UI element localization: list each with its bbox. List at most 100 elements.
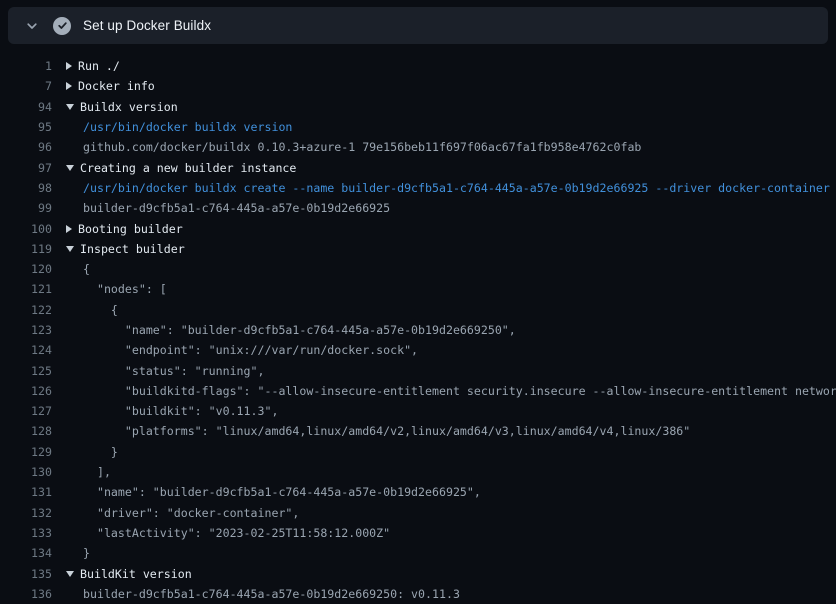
log-line: 121 "nodes": [ [0,279,836,299]
log-line: 126 "buildkitd-flags": "--allow-insecure… [0,381,836,401]
line-number[interactable]: 119 [0,242,52,256]
line-number[interactable]: 95 [0,120,52,134]
triangle-down-icon [66,104,74,110]
line-number[interactable]: 132 [0,506,52,520]
line-number[interactable]: 136 [0,587,52,601]
log-group-header[interactable]: BuildKit version [66,567,192,581]
line-number[interactable]: 135 [0,567,52,581]
triangle-down-icon [66,246,74,252]
log-command-text: /usr/bin/docker buildx version [66,120,292,134]
line-number[interactable]: 96 [0,140,52,154]
line-number[interactable]: 122 [0,303,52,317]
line-number[interactable]: 127 [0,404,52,418]
log-line: 122 { [0,300,836,320]
log-group-header[interactable]: Docker info [66,79,155,93]
log-line: 131 "name": "builder-d9cfb5a1-c764-445a-… [0,482,836,502]
log-line: 130 ], [0,462,836,482]
log-line: 120 { [0,259,836,279]
log-line: 97 Creating a new builder instance [0,157,836,177]
log-group-header[interactable]: Run ./ [66,59,120,73]
chevron-down-icon[interactable] [20,14,44,38]
line-number[interactable]: 120 [0,262,52,276]
line-number[interactable]: 94 [0,100,52,114]
log-line: 127 "buildkit": "v0.11.3", [0,401,836,421]
log-command-text: /usr/bin/docker buildx create --name bui… [66,181,830,195]
log-line: 132 "driver": "docker-container", [0,503,836,523]
log-output-text: "name": "builder-d9cfb5a1-c764-445a-a57e… [66,485,481,499]
triangle-down-icon [66,571,74,577]
log-line: 94 Buildx version [0,97,836,117]
log-line: 96 github.com/docker/buildx 0.10.3+azure-… [0,137,836,157]
log-group-title: Creating a new builder instance [80,161,296,175]
log-line: 135 BuildKit version [0,563,836,583]
log-line: 129 } [0,442,836,462]
line-number[interactable]: 131 [0,485,52,499]
log-output-text: "name": "builder-d9cfb5a1-c764-445a-a57e… [66,323,516,337]
log-output-text: builder-d9cfb5a1-c764-445a-a57e-0b19d2e6… [66,587,460,601]
triangle-right-icon [66,225,72,233]
log-output-text: "lastActivity": "2023-02-25T11:58:12.000… [66,526,390,540]
log-output-text: { [66,262,90,276]
log-group-title: Docker info [78,79,155,93]
log-output-text: { [66,303,118,317]
line-number[interactable]: 121 [0,282,52,296]
log-group-title: Booting builder [78,222,183,236]
line-number[interactable]: 99 [0,201,52,215]
line-number[interactable]: 1 [0,59,52,73]
triangle-down-icon [66,165,74,171]
line-number[interactable]: 123 [0,323,52,337]
log-line: 125 "status": "running", [0,360,836,380]
log-output-text: } [66,445,118,459]
line-number[interactable]: 100 [0,222,52,236]
step-title: Set up Docker Buildx [83,18,211,33]
log-group-title: BuildKit version [80,567,192,581]
log-output-text: github.com/docker/buildx 0.10.3+azure-1 … [66,140,641,154]
log-output-text: "driver": "docker-container", [66,506,299,520]
line-number[interactable]: 128 [0,424,52,438]
line-number[interactable]: 130 [0,465,52,479]
line-number[interactable]: 124 [0,343,52,357]
log-area: 1 Run ./ 7 Docker info 94 Buildx version 95/us… [0,47,836,604]
log-output-text: "endpoint": "unix:///var/run/docker.sock… [66,343,418,357]
log-output-text: "buildkit": "v0.11.3", [66,404,278,418]
line-number[interactable]: 97 [0,161,52,175]
log-group-title: Inspect builder [80,242,185,256]
triangle-right-icon [66,62,72,70]
line-number[interactable]: 134 [0,546,52,560]
log-output-text: "status": "running", [66,364,264,378]
line-number[interactable]: 125 [0,364,52,378]
line-number[interactable]: 133 [0,526,52,540]
log-line: 123 "name": "builder-d9cfb5a1-c764-445a-… [0,320,836,340]
log-output-text: "buildkitd-flags": "--allow-insecure-ent… [66,384,836,398]
line-number[interactable]: 126 [0,384,52,398]
line-number[interactable]: 98 [0,181,52,195]
log-output-text: builder-d9cfb5a1-c764-445a-a57e-0b19d2e6… [66,201,390,215]
log-line: 136 builder-d9cfb5a1-c764-445a-a57e-0b19d… [0,584,836,604]
log-group-header[interactable]: Booting builder [66,222,183,236]
log-line: 128 "platforms": "linux/amd64,linux/amd6… [0,421,836,441]
log-group-header[interactable]: Inspect builder [66,242,185,256]
check-circle-icon [53,17,71,35]
step-header[interactable]: Set up Docker Buildx [8,7,828,44]
log-line: 7 Docker info [0,76,836,96]
log-group-title: Buildx version [80,100,178,114]
log-line: 134} [0,543,836,563]
log-line: 99 builder-d9cfb5a1-c764-445a-a57e-0b19d2… [0,198,836,218]
line-number[interactable]: 7 [0,79,52,93]
log-output-text: ], [66,465,111,479]
log-output-text: "nodes": [ [66,282,167,296]
log-line: 1 Run ./ [0,56,836,76]
log-output-text: "platforms": "linux/amd64,linux/amd64/v2… [66,424,690,438]
log-line: 133 "lastActivity": "2023-02-25T11:58:12… [0,523,836,543]
log-line: 98/usr/bin/docker buildx create --name b… [0,178,836,198]
triangle-right-icon [66,82,72,90]
log-group-header[interactable]: Creating a new builder instance [66,161,296,175]
log-line: 95/usr/bin/docker buildx version [0,117,836,137]
line-number[interactable]: 129 [0,445,52,459]
log-group-header[interactable]: Buildx version [66,100,178,114]
log-group-title: Run ./ [78,59,120,73]
log-line: 119 Inspect builder [0,239,836,259]
log-output-text: } [66,546,90,560]
log-line: 124 "endpoint": "unix:///var/run/docker.… [0,340,836,360]
log-line: 100 Booting builder [0,218,836,238]
